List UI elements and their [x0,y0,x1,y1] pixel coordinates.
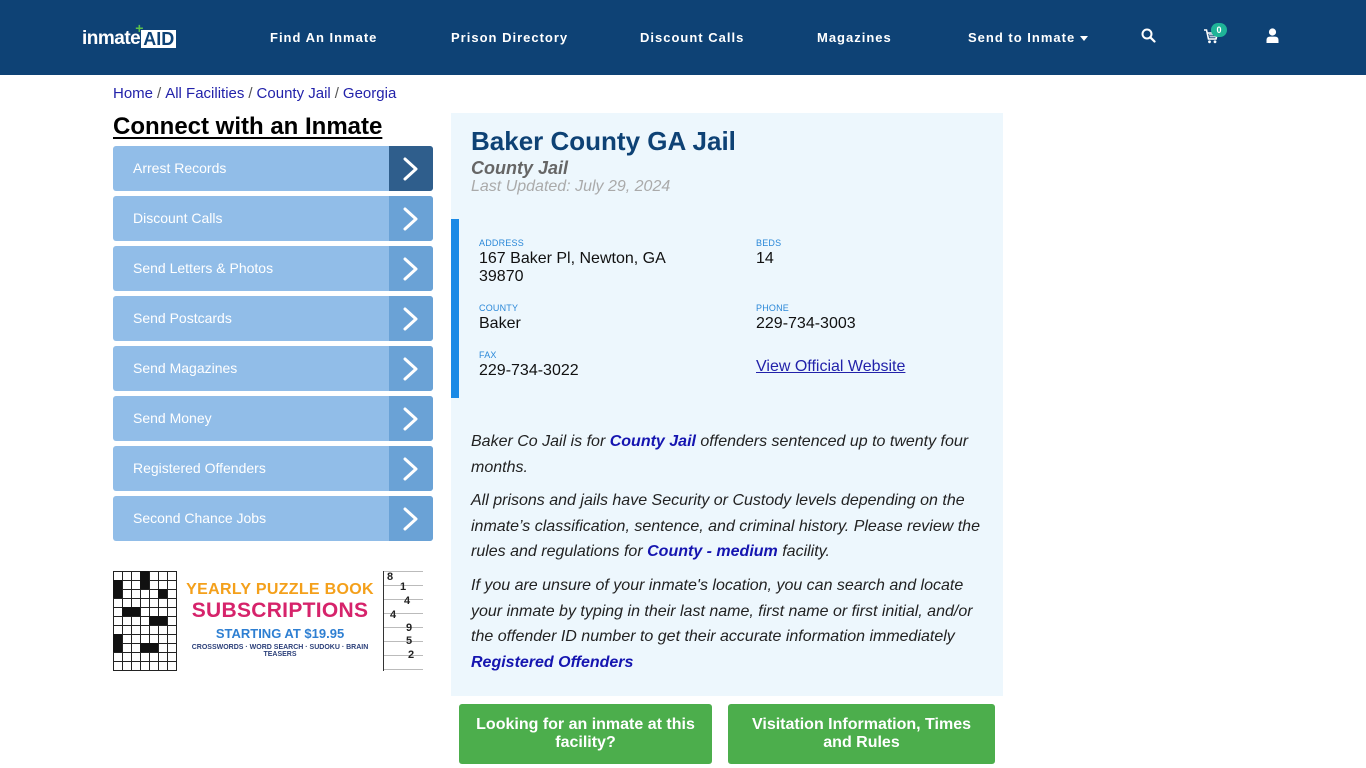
description-paragraph-3: If you are unsure of your inmate's locat… [471,577,973,671]
top-navbar: inmate + AID Find An Inmate Prison Direct… [0,0,1366,75]
chevron-right-icon [389,346,433,391]
nav-send-to-inmate-label: Send to Inmate [968,30,1076,45]
county-value: Baker [479,315,521,332]
logo-text-aid: + AID [135,20,177,49]
cart-count-badge: 0 [1211,23,1227,37]
sidebar-item-label: Send Postcards [133,310,232,326]
nav-discount-calls[interactable]: Discount Calls [640,30,744,45]
inmateaid-logo[interactable]: inmate + AID [82,20,177,50]
address-label: ADDRESS [479,238,524,248]
chevron-right-icon [389,246,433,291]
address-value: 167 Baker Pl, Newton, GA 39870 [479,250,666,285]
phone-value: 229-734-3003 [756,315,856,332]
last-updated: Last Updated: July 29, 2024 [471,178,671,195]
sidebar-item-registered-offenders[interactable]: Registered Offenders [113,446,433,491]
fax-field: FAX 229-734-3022 [479,350,579,380]
chevron-right-icon [389,146,433,191]
description-paragraph-1: Baker Co Jail is for County Jail offende… [471,433,969,476]
facility-type: County Jail [471,158,569,178]
sidebar-item-second-chance-jobs[interactable]: Second Chance Jobs [113,496,433,541]
nav-find-an-inmate[interactable]: Find An Inmate [270,30,377,45]
chevron-right-icon [389,396,433,441]
chevron-right-icon [389,296,433,341]
breadcrumb-separator: / [248,85,253,102]
breadcrumb: Home / All Facilities / County Jail / Georgia [113,85,396,102]
breadcrumb-separator: / [157,85,162,102]
beds-value: 14 [756,250,774,267]
sidebar-item-label: Discount Calls [133,210,223,226]
breadcrumb-georgia[interactable]: Georgia [343,85,396,102]
beds-field: BEDS 14 [756,238,781,268]
facility-card: Baker County GA Jail County Jail Last Up… [451,113,1003,696]
sidebar-item-send-letters-photos[interactable]: Send Letters & Photos [113,246,433,291]
sidebar-item-label: Second Chance Jobs [133,510,267,526]
registered-offenders-link[interactable]: Registered Offenders [471,654,633,671]
phone-field: PHONE 229-734-3003 [756,303,856,333]
connect-with-inmate-heading: Connect with an Inmate [113,113,383,140]
county-field: COUNTY Baker [479,303,521,333]
sidebar-item-discount-calls[interactable]: Discount Calls [113,196,433,241]
sidebar-item-send-money[interactable]: Send Money [113,396,433,441]
sidebar-item-send-postcards[interactable]: Send Postcards [113,296,433,341]
address-field: ADDRESS 167 Baker Pl, Newton, GA 39870 [479,238,666,286]
visitation-info-button[interactable]: Visitation Information, Times and Rules [728,704,995,764]
find-inmate-at-facility-button[interactable]: Looking for an inmate at this facility? [459,704,712,764]
nav-send-to-inmate[interactable]: Send to Inmate [968,30,1089,45]
county-label: COUNTY [479,303,519,313]
sidebar-item-label: Send Letters & Photos [133,260,274,276]
county-medium-link[interactable]: County - medium [647,543,778,560]
chevron-right-icon [389,496,433,541]
facility-info-box: ADDRESS 167 Baker Pl, Newton, GA 39870 BE… [451,219,1003,398]
sidebar-item-label: Send Magazines [133,360,238,376]
nav-magazines[interactable]: Magazines [817,30,892,45]
description-paragraph-2: All prisons and jails have Security or C… [471,492,980,560]
beds-label: BEDS [756,238,782,248]
breadcrumb-county-jail[interactable]: County Jail [257,85,331,102]
search-icon[interactable] [1141,28,1156,48]
crossword-grid-graphic [113,571,177,671]
fax-value: 229-734-3022 [479,362,579,379]
logo-plus-icon: + [135,20,144,36]
nav-prison-directory[interactable]: Prison Directory [451,30,568,45]
ad-categories-text: CROSSWORDS · WORD SEARCH · SUDOKU · BRAI… [191,644,369,658]
breadcrumb-home[interactable]: Home [113,85,153,102]
caret-down-icon [1080,36,1089,42]
user-icon[interactable] [1266,28,1279,48]
sidebar-item-label: Registered Offenders [133,460,266,476]
logo-text-inmate: inmate [82,28,141,49]
breadcrumb-all-facilities[interactable]: All Facilities [165,85,244,102]
chevron-right-icon [389,446,433,491]
view-official-website-link[interactable]: View Official Website [756,358,905,376]
phone-label: PHONE [756,303,790,313]
facility-title: Baker County GA Jail [471,126,736,156]
sudoku-grid-graphic: 8 1 4 4 9 5 2 [383,571,423,671]
puzzle-book-ad-banner[interactable]: YEARLY PUZZLE BOOK SUBSCRIPTIONS STARTIN… [113,571,423,671]
ad-headline: YEARLY PUZZLE BOOK [186,581,374,598]
sidebar-item-send-magazines[interactable]: Send Magazines [113,346,433,391]
ad-price-text: STARTING AT $19.95 [215,626,345,641]
sidebar-item-arrest-records[interactable]: Arrest Records [113,146,433,191]
fax-label: FAX [479,350,497,360]
sidebar-item-label: Arrest Records [133,160,227,176]
county-jail-link[interactable]: County Jail [610,433,696,450]
sidebar-item-label: Send Money [133,410,212,426]
ad-subscriptions-text: SUBSCRIPTIONS [191,599,369,622]
breadcrumb-separator: / [334,85,339,102]
sidebar-menu: Arrest Records Discount Calls Send Lette… [113,146,433,546]
chevron-right-icon [389,196,433,241]
